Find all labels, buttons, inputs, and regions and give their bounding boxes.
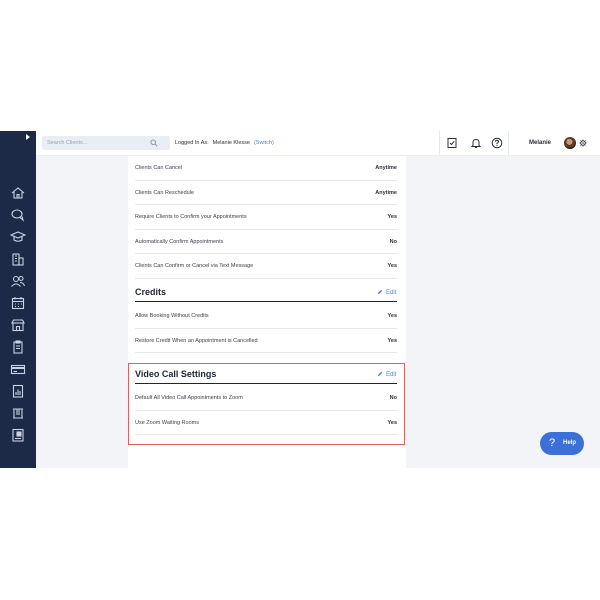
setting-value: Yes: [387, 337, 397, 344]
pencil-icon: [377, 371, 383, 377]
setting-value: Yes: [387, 313, 397, 319]
setting-row: Default All Video Call Appointments to Z…: [135, 386, 397, 411]
search-icon[interactable]: [150, 139, 158, 147]
setting-value: Yes: [387, 214, 397, 220]
pencil-icon: [377, 289, 383, 295]
setting-row: Clients Can Confirm or Cancel via Text M…: [135, 254, 397, 279]
setting-row: Restore Credit When an Appointment is Ca…: [135, 329, 397, 353]
avatar[interactable]: [564, 137, 576, 149]
logged-in-user: Melanie Klesse: [212, 140, 250, 146]
tasks-checklist-icon[interactable]: [446, 137, 458, 149]
switch-user-link[interactable]: (Switch): [254, 140, 274, 146]
setting-label: Require Clients to Confirm your Appointm…: [135, 214, 247, 220]
section-divider: [135, 301, 397, 302]
chat-icon[interactable]: [10, 208, 26, 222]
sidebar-expand-arrow-icon[interactable]: [26, 134, 30, 140]
store-icon[interactable]: [10, 318, 26, 332]
edit-label: Edit: [386, 290, 397, 296]
graduation-cap-icon[interactable]: [10, 230, 26, 244]
payment-card-icon[interactable]: [10, 362, 26, 376]
setting-value: Anytime: [375, 189, 397, 196]
question-mark-icon: ?: [549, 437, 556, 449]
help-label: Help: [563, 440, 577, 446]
setting-label: Allow Booking Without Credits: [135, 313, 209, 319]
setting-value: No: [389, 395, 397, 401]
setting-row: Allow Booking Without Credits Yes: [135, 304, 397, 329]
home-icon[interactable]: [10, 186, 26, 200]
user-name[interactable]: Melanie: [529, 140, 551, 146]
help-button[interactable]: ? Help: [540, 432, 584, 455]
document-icon[interactable]: [10, 428, 26, 442]
credits-section-title: Credits: [135, 287, 167, 297]
calendar-icon[interactable]: [10, 296, 26, 310]
setting-label: Default All Video Call Appointments to Z…: [135, 395, 243, 401]
bell-icon[interactable]: [470, 137, 482, 149]
video-call-edit-button[interactable]: Edit: [377, 371, 396, 378]
setting-value: Anytime: [375, 165, 397, 171]
setting-value: No: [389, 238, 397, 245]
setting-row: Clients Can Cancel Anytime: [135, 156, 397, 181]
building-icon[interactable]: [10, 252, 26, 266]
main-content: Clients Can Cancel Anytime Clients Can R…: [36, 156, 600, 468]
section-divider: [135, 383, 397, 384]
archive-icon[interactable]: [10, 406, 26, 420]
setting-row: Use Zoom Waiting Rooms Yes: [135, 411, 397, 435]
setting-value: Yes: [387, 419, 397, 426]
users-icon[interactable]: [10, 274, 26, 288]
clipboard-icon[interactable]: [10, 340, 26, 354]
setting-row: Clients Can Reschedule Anytime: [135, 181, 397, 205]
edit-label: Edit: [386, 372, 397, 378]
gear-icon[interactable]: [579, 139, 587, 147]
reports-icon[interactable]: [10, 384, 26, 398]
topbar-divider: [439, 131, 440, 155]
setting-label: Automatically Confirm Appointments: [135, 238, 224, 245]
setting-label: Use Zoom Waiting Rooms: [135, 419, 199, 426]
logged-in-status: Logged In As: Melanie Klesse (Switch): [175, 140, 274, 146]
setting-label: Clients Can Reschedule: [135, 189, 195, 196]
credits-edit-button[interactable]: Edit: [377, 289, 396, 296]
setting-label: Clients Can Cancel: [135, 165, 183, 171]
top-bar: Logged In As:Melanie Klesse (Switch) Mela…: [36, 131, 600, 156]
help-circle-icon[interactable]: [491, 137, 503, 149]
setting-label: Clients Can Confirm or Cancel via Text M…: [135, 263, 254, 269]
video-call-section-title: Video Call Settings: [135, 369, 217, 379]
setting-row: Automatically Confirm Appointments No: [135, 230, 397, 254]
logged-in-label: Logged In As:: [175, 140, 209, 146]
setting-row: Require Clients to Confirm your Appointm…: [135, 205, 397, 230]
sidebar: [0, 131, 36, 468]
setting-label: Restore Credit When an Appointment is Ca…: [135, 337, 258, 344]
topbar-divider: [508, 131, 509, 155]
setting-value: Yes: [387, 263, 397, 269]
